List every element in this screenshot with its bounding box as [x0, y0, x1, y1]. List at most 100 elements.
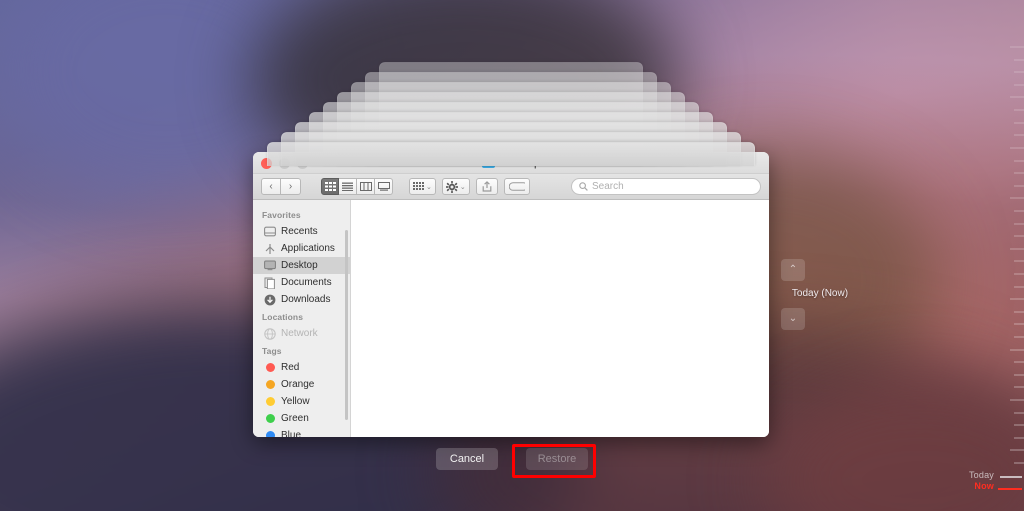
sidebar-item-recents[interactable]: Recents — [253, 223, 350, 240]
sidebar-item-label: Yellow — [281, 396, 310, 407]
timeline-tick[interactable] — [1010, 46, 1024, 48]
sidebar-item-blue[interactable]: Blue — [253, 427, 350, 437]
sidebar-item-label: Green — [281, 413, 309, 424]
documents-icon — [264, 277, 276, 289]
group-by-button[interactable]: ⌄ — [409, 178, 436, 195]
downloads-icon — [264, 294, 276, 306]
timeline-tick[interactable] — [1014, 184, 1024, 187]
timeline-tick[interactable] — [1014, 436, 1024, 439]
timeline-tick[interactable] — [1014, 260, 1024, 263]
snapshot-window-1[interactable] — [267, 142, 755, 166]
recents-clock-icon — [264, 226, 276, 238]
timeline-tick[interactable] — [1014, 83, 1024, 86]
timeline-tick[interactable] — [1014, 411, 1024, 414]
sidebar-item-documents[interactable]: Documents — [253, 274, 350, 291]
timeline-tick[interactable] — [1014, 58, 1024, 61]
column-view-button[interactable] — [357, 178, 375, 195]
timeline-tick[interactable] — [1014, 121, 1024, 124]
current-snapshot-date: Today (Now) — [791, 288, 849, 299]
view-mode-segmented-control — [321, 178, 393, 195]
tag-dot-icon — [264, 430, 276, 437]
timeline-tick[interactable] — [1010, 348, 1024, 351]
timeline-tick[interactable] — [1014, 323, 1024, 326]
timeline-tick[interactable] — [1014, 361, 1024, 364]
timeline-tick[interactable] — [1014, 235, 1024, 238]
timeline-tick[interactable] — [1014, 335, 1024, 338]
sidebar-item-red[interactable]: Red — [253, 359, 350, 376]
icon-view-button[interactable] — [321, 178, 339, 195]
timeline-tick[interactable] — [1014, 209, 1024, 212]
nav-button-group: ‹ › — [261, 178, 301, 195]
timeline-tick[interactable] — [1014, 285, 1024, 288]
timeline-tick[interactable] — [1014, 71, 1024, 74]
list-view-icon — [342, 182, 353, 191]
cancel-button[interactable]: Cancel — [436, 448, 498, 470]
sidebar-item-orange[interactable]: Orange — [253, 376, 350, 393]
timeline-previous-snapshot-button[interactable]: ⌃ — [781, 259, 805, 281]
time-machine-stage: Today Now Desktop ‹ › — [0, 0, 1024, 511]
timeline-tick[interactable] — [1014, 424, 1024, 427]
sidebar-section-header: Locations — [262, 312, 304, 322]
sidebar-item-desktop[interactable]: Desktop — [253, 257, 350, 274]
sidebar-item-label: Downloads — [281, 294, 331, 305]
timeline-tick[interactable] — [1010, 96, 1024, 99]
action-bar: Cancel Restore — [0, 448, 1024, 470]
gallery-view-button[interactable] — [375, 178, 393, 195]
tag-color-dot — [265, 397, 275, 406]
tags-button[interactable] — [503, 178, 530, 195]
timeline-today-label: Today — [968, 470, 994, 480]
timeline-tick[interactable] — [1010, 399, 1024, 401]
timeline-tick[interactable] — [1014, 159, 1024, 162]
search-input[interactable]: Search — [571, 178, 761, 195]
chevron-down-icon: ⌄ — [788, 313, 798, 324]
chevron-down-icon: ⌄ — [426, 183, 432, 191]
tag-dot-icon — [264, 413, 276, 425]
timeline-tick[interactable] — [1014, 310, 1024, 313]
timeline-tick[interactable] — [1014, 134, 1024, 137]
tag-dot-icon — [264, 396, 276, 408]
timeline-tick[interactable] — [1014, 222, 1024, 225]
share-button[interactable] — [475, 178, 498, 195]
timeline-now-label: Now — [974, 481, 994, 491]
timeline-next-snapshot-button[interactable]: ⌄ — [781, 308, 805, 330]
share-icon — [482, 181, 492, 192]
sidebar-item-downloads[interactable]: Downloads — [253, 291, 350, 308]
finder-window: Desktop ‹ › — [253, 152, 769, 437]
timeline-tick[interactable] — [1010, 247, 1024, 250]
tag-icon — [508, 182, 525, 191]
timeline-tick[interactable] — [1014, 373, 1024, 376]
tag-dot-icon — [264, 379, 276, 391]
timeline-tick[interactable] — [1010, 298, 1024, 301]
timeline-now-marker — [998, 488, 1022, 490]
sidebar-item-label: Orange — [281, 379, 315, 390]
timeline-today-marker — [1000, 476, 1022, 478]
sidebar-item-yellow[interactable]: Yellow — [253, 393, 350, 410]
list-view-button[interactable] — [339, 178, 357, 195]
back-button[interactable]: ‹ — [261, 178, 281, 195]
action-menu-button[interactable]: ⌄ — [441, 178, 470, 195]
chevron-up-icon: ⌃ — [788, 264, 798, 275]
tag-color-dot — [265, 380, 275, 389]
forward-button[interactable]: › — [281, 178, 301, 195]
timeline-tick[interactable] — [1010, 146, 1024, 149]
sidebar-item-applications[interactable]: Applications — [253, 240, 350, 257]
timeline-ruler[interactable] — [978, 0, 1024, 511]
tag-color-dot — [265, 414, 275, 423]
network-globe-icon — [264, 327, 276, 340]
chevron-down-icon: ⌄ — [459, 183, 466, 191]
search-icon — [579, 182, 588, 191]
sidebar-section-header: Tags — [262, 346, 282, 356]
sidebar-item-green[interactable]: Green — [253, 410, 350, 427]
timeline-tick[interactable] — [1014, 172, 1024, 175]
timeline-tick[interactable] — [1014, 272, 1024, 275]
timeline-tick[interactable] — [1014, 109, 1024, 111]
timeline-tick[interactable] — [1014, 386, 1024, 389]
applications-icon — [264, 243, 276, 255]
timeline-tick[interactable] — [1010, 197, 1024, 200]
gear-icon — [445, 180, 458, 193]
sidebar-item-label: Red — [281, 362, 300, 373]
file-list-area[interactable] — [351, 200, 769, 437]
tag-color-dot — [265, 431, 275, 437]
sidebar-item-label: Desktop — [281, 260, 318, 271]
sidebar-scrollbar[interactable] — [345, 230, 348, 420]
